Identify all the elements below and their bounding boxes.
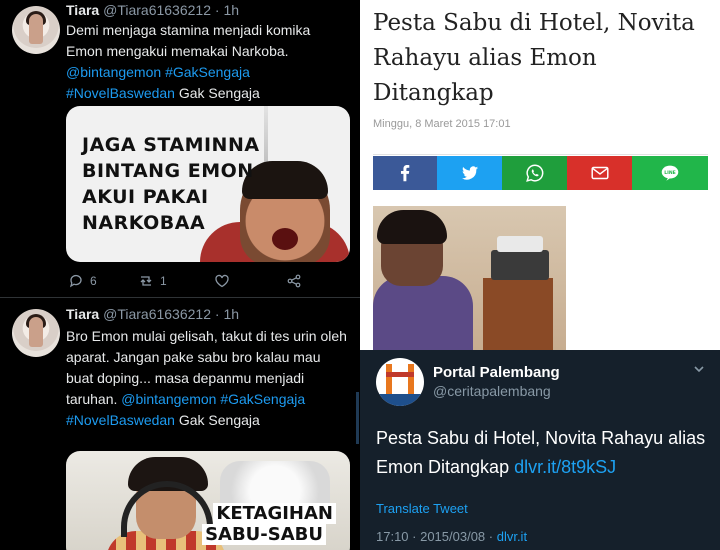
retweet-button[interactable]: 1 — [138, 273, 167, 289]
author-handle[interactable]: @Tiara61636212 — [103, 2, 211, 18]
reply-icon — [69, 274, 82, 288]
meme-line: SABU-SABU — [202, 524, 326, 545]
tweet-meta: 17:10 · 2015/03/08 · dlvr.it — [376, 529, 527, 544]
divider — [373, 154, 708, 155]
scrollbar-thumb[interactable] — [356, 392, 359, 444]
author-handle[interactable]: @ceritapalembang — [433, 383, 551, 399]
meme-line: KETAGIHAN — [213, 503, 336, 524]
avatar[interactable] — [376, 358, 424, 406]
reply-count: 6 — [90, 274, 97, 288]
tweet-time[interactable]: 1h — [223, 306, 239, 322]
tweet-card[interactable]: Tiara @Tiara61636212 · 1h Demi menjaga s… — [0, 0, 360, 298]
tweet-timestamp: 17:10 · 2015/03/08 · — [376, 529, 494, 544]
whatsapp-icon — [525, 164, 543, 182]
bridge-beam-graphic — [386, 372, 414, 377]
tweet-actions: 6 1 — [66, 273, 326, 293]
meme-line: AKUI PAKAI — [82, 186, 209, 208]
chevron-down-icon[interactable] — [692, 362, 706, 376]
tweet-card[interactable]: Tiara @Tiara61636212 · 1h Bro Emon mulai… — [0, 299, 360, 550]
like-button[interactable] — [214, 273, 230, 289]
svg-text:LINE: LINE — [664, 170, 676, 176]
article-date: Minggu, 8 Maret 2015 17:01 — [373, 118, 511, 130]
hashtag-link[interactable]: #NovelBaswedan — [66, 85, 175, 101]
email-icon — [590, 166, 609, 180]
reply-button[interactable]: 6 — [68, 273, 97, 289]
cabinet-graphic — [483, 278, 553, 350]
share-twitter-button[interactable] — [437, 156, 502, 190]
tweet-text: Demi menjaga stamina menjadi komika Emon… — [66, 20, 350, 104]
meme-caption: JAGA STAMINNA BINTANG EMON AKUI PAKAI NA… — [82, 132, 272, 236]
meme-line: NARKOBAA — [82, 212, 206, 234]
facebook-icon — [400, 165, 410, 182]
avatar-figure — [29, 14, 43, 44]
line-icon: LINE — [661, 165, 679, 181]
article-title[interactable]: Pesta Sabu di Hotel, Novita Rahayu alias… — [373, 6, 713, 111]
tweet-text: Bro Emon mulai gelisah, takut di tes uri… — [66, 326, 350, 431]
meme-line: BINTANG EMON — [82, 160, 254, 182]
share-facebook-button[interactable] — [373, 156, 437, 190]
retweet-count: 1 — [160, 274, 167, 288]
share-line-button[interactable]: LINE — [632, 156, 708, 190]
tweet-text-plain: Demi menjaga stamina menjadi komika Emon… — [66, 22, 311, 59]
author-handle[interactable]: @Tiara61636212 — [103, 306, 211, 322]
tweet-text-tail: Gak Sengaja — [178, 85, 260, 101]
hashtag-link[interactable]: #GakSengaja — [165, 64, 250, 80]
dot-separator: · — [214, 2, 220, 18]
tweet-link[interactable]: dlvr.it/8t9kSJ — [514, 457, 616, 477]
avatar[interactable] — [12, 309, 60, 357]
mouth-graphic — [272, 228, 298, 250]
share-email-button[interactable] — [567, 156, 632, 190]
share-button[interactable] — [286, 273, 302, 289]
tweet-timeline: Tiara @Tiara61636212 · 1h Demi menjaga s… — [0, 0, 360, 550]
tweet-media-image[interactable]: KETAGIHAN SABU-SABU — [66, 451, 350, 550]
news-article: Pesta Sabu di Hotel, Novita Rahayu alias… — [360, 0, 720, 350]
hashtag-link[interactable]: #NovelBaswedan — [66, 412, 175, 428]
article-photo[interactable] — [373, 206, 566, 350]
retweet-icon — [140, 276, 152, 286]
share-whatsapp-button[interactable] — [502, 156, 567, 190]
author-name[interactable]: Portal Palembang — [433, 364, 560, 381]
tweet-text-tail: Gak Sengaja — [178, 412, 260, 428]
tweet-time[interactable]: 1h — [223, 2, 239, 18]
person-body-graphic — [373, 276, 473, 350]
portal-tweet-card[interactable]: Portal Palembang @ceritapalembang Pesta … — [360, 350, 720, 550]
dot-separator: · — [214, 306, 220, 322]
mention-link[interactable]: @bintangemon — [66, 64, 161, 80]
avatar[interactable] — [12, 6, 60, 54]
author-name[interactable]: Tiara — [66, 306, 99, 322]
mention-link[interactable]: @bintangemon — [121, 391, 216, 407]
share-icon — [287, 274, 301, 288]
twitter-icon — [461, 166, 478, 180]
river-graphic — [376, 394, 424, 406]
appliance-graphic — [491, 250, 549, 280]
heart-icon — [215, 274, 229, 288]
package-graphic — [497, 236, 543, 252]
hashtag-link[interactable]: #GakSengaja — [220, 391, 305, 407]
person-hair-graphic — [377, 210, 447, 244]
author-name[interactable]: Tiara — [66, 2, 99, 18]
tweet-text: Pesta Sabu di Hotel, Novita Rahayu alias… — [376, 424, 706, 482]
tweet-header: Tiara @Tiara61636212 · 1h — [66, 2, 239, 18]
avatar-figure — [29, 317, 43, 347]
tweet-source-link[interactable]: dlvr.it — [497, 529, 527, 544]
tweet-media-image[interactable]: JAGA STAMINNA BINTANG EMON AKUI PAKAI NA… — [66, 106, 350, 262]
tweet-header: Tiara @Tiara61636212 · 1h — [66, 306, 239, 322]
translate-tweet-link[interactable]: Translate Tweet — [376, 501, 468, 516]
meme-line: JAGA STAMINNA — [82, 134, 260, 156]
